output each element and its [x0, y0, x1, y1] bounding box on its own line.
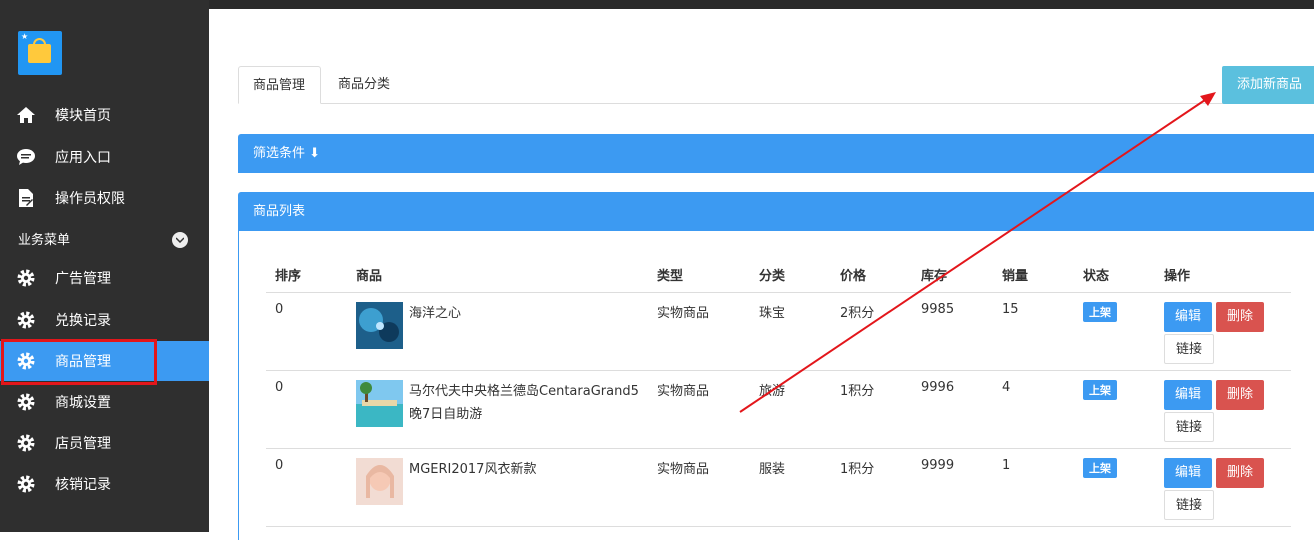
status-badge[interactable]: 上架 [1083, 379, 1117, 400]
table-row: 0 马尔代夫中央格兰德岛CentaraGrand5晚7日自助游 实物商品 旅游 … [266, 370, 1291, 449]
category-cell: 服装 [750, 448, 831, 527]
table-row: 0 MGERI2017风衣新款 实物商品 服装 1积分 9999 1 上架 编辑… [266, 448, 1291, 527]
gear-icon [15, 391, 37, 413]
sidebar-item-label: 操作员权限 [55, 191, 125, 207]
gear-icon [15, 432, 37, 454]
product-thumbnail[interactable] [356, 379, 403, 427]
column-header: 商品 [347, 258, 648, 293]
column-header: 排序 [266, 258, 347, 293]
product-name[interactable]: 海洋之心 [409, 302, 461, 325]
type-cell: 实物商品 [648, 292, 750, 371]
tab-product-category[interactable]: 商品分类 [324, 66, 404, 104]
type-cell: 实物商品 [648, 370, 750, 449]
price-cell: 1积分 [831, 370, 912, 449]
order-cell: 0 [266, 292, 347, 371]
table-row: 0 海洋之心 实物商品 珠宝 2积分 9985 15 上架 编辑 删除 链接 [266, 292, 1291, 371]
sales-cell: 1 [993, 448, 1074, 527]
gear-icon [15, 267, 37, 289]
delete-button[interactable]: 删除 [1216, 301, 1265, 332]
edit-button[interactable]: 编辑 [1164, 301, 1213, 332]
status-badge[interactable]: 上架 [1083, 457, 1117, 478]
column-header: 状态 [1074, 258, 1155, 293]
sidebar-item-mall-settings[interactable]: 商城设置 [0, 382, 209, 422]
product-table: 排序 商品 类型 分类 价格 库存 销量 状态 操作 0 海洋之心 实物商品 珠… [266, 258, 1291, 527]
delete-button[interactable]: 删除 [1216, 457, 1265, 488]
sidebar-item-label: 模块首页 [55, 108, 111, 124]
document-icon [15, 187, 37, 209]
stock-cell: 9999 [912, 448, 993, 527]
add-product-button[interactable]: 添加新商品 [1222, 66, 1314, 104]
sidebar-item-home[interactable]: 模块首页 [0, 95, 209, 135]
sales-cell: 15 [993, 292, 1074, 371]
edit-button[interactable]: 编辑 [1164, 457, 1213, 488]
column-header: 销量 [993, 258, 1074, 293]
category-cell: 旅游 [750, 370, 831, 449]
type-cell: 实物商品 [648, 448, 750, 527]
sidebar-item-label: 兑换记录 [55, 313, 111, 329]
link-button[interactable]: 链接 [1164, 333, 1215, 364]
tab-bar: 商品管理 商品分类 [238, 66, 1314, 104]
edit-button[interactable]: 编辑 [1164, 379, 1213, 410]
column-header: 类型 [648, 258, 750, 293]
product-name[interactable]: 马尔代夫中央格兰德岛CentaraGrand5晚7日自助游 [409, 380, 648, 426]
chat-icon [15, 146, 37, 168]
sidebar-item-operator-permissions[interactable]: 操作员权限 [0, 178, 209, 218]
delete-button[interactable]: 删除 [1216, 379, 1265, 410]
tab-product-management[interactable]: 商品管理 [238, 66, 321, 104]
table-header-row: 排序 商品 类型 分类 价格 库存 销量 状态 操作 [266, 258, 1291, 293]
app-logo[interactable]: ★ [18, 31, 62, 75]
sidebar: ★ 模块首页 应用入口 操作员权限 业务菜单 广告管理 兑换记录 商品管理 商城… [0, 0, 209, 532]
product-thumbnail[interactable] [356, 457, 403, 505]
sales-cell: 4 [993, 370, 1074, 449]
order-cell: 0 [266, 370, 347, 449]
sidebar-item-label: 核销记录 [55, 477, 111, 493]
product-name[interactable]: MGERI2017风衣新款 [409, 458, 536, 481]
column-header: 分类 [750, 258, 831, 293]
sidebar-item-label: 商城设置 [55, 395, 111, 411]
price-cell: 2积分 [831, 292, 912, 371]
sidebar-item-label: 店员管理 [55, 436, 111, 452]
sidebar-item-label: 广告管理 [55, 271, 111, 287]
annotation-highlight-box [1, 339, 157, 385]
stock-cell: 9985 [912, 292, 993, 371]
sidebar-item-label: 应用入口 [55, 150, 111, 166]
link-button[interactable]: 链接 [1164, 411, 1215, 442]
shopping-bag-icon [28, 44, 51, 63]
sidebar-item-clerk-management[interactable]: 店员管理 [0, 423, 209, 463]
product-thumbnail[interactable] [356, 301, 403, 349]
sidebar-item-ad-management[interactable]: 广告管理 [0, 258, 209, 298]
stock-cell: 9996 [912, 370, 993, 449]
star-icon: ★ [21, 32, 29, 41]
home-icon [15, 104, 37, 126]
link-button[interactable]: 链接 [1164, 489, 1215, 520]
sidebar-item-app-entry[interactable]: 应用入口 [0, 137, 209, 177]
column-header: 价格 [831, 258, 912, 293]
status-badge[interactable]: 上架 [1083, 301, 1117, 322]
column-header: 库存 [912, 258, 993, 293]
order-cell: 0 [266, 448, 347, 527]
sidebar-item-verification-records[interactable]: 核销记录 [0, 464, 209, 504]
business-menu-label: 业务菜单 [18, 233, 71, 248]
gear-icon [15, 309, 37, 331]
gear-icon [15, 473, 37, 495]
price-cell: 1积分 [831, 448, 912, 527]
product-list-header: 商品列表 [238, 192, 1314, 231]
chevron-down-icon[interactable] [172, 232, 188, 248]
column-header: 操作 [1155, 258, 1291, 293]
filter-panel-header[interactable]: 筛选条件 ⬇ [238, 134, 1314, 173]
sidebar-item-exchange-records[interactable]: 兑换记录 [0, 300, 209, 340]
category-cell: 珠宝 [750, 292, 831, 371]
